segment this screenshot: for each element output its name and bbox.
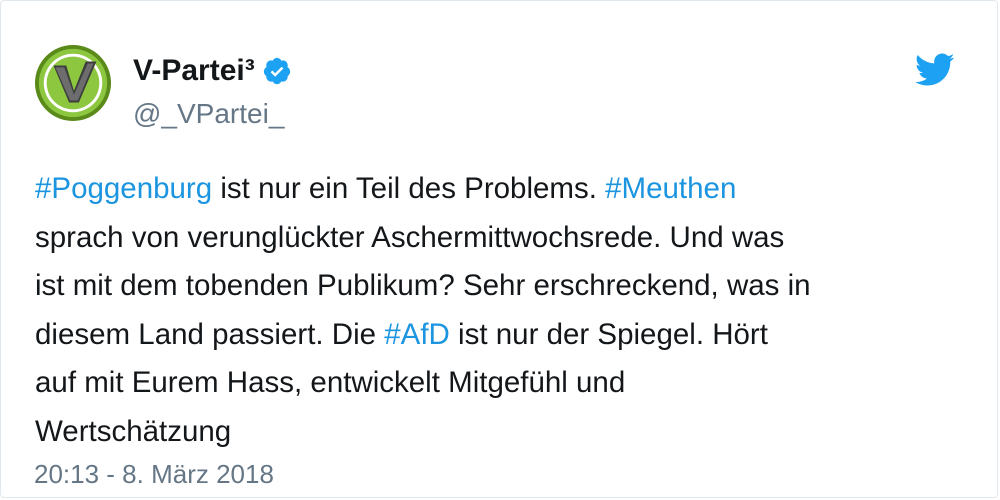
tweet-timestamp[interactable]: 20:13 - 8. März 2018 [34,457,274,491]
author-handle[interactable]: @_VPartei_ [133,97,284,131]
tweet-text-segment: Wertschätzung [35,414,232,448]
hashtag-link[interactable]: #Poggenburg [35,172,212,205]
tweet-text-segment: ist mit dem tobenden Publikum? Sehr ersc… [35,269,811,302]
hashtag-link[interactable]: #AfD [384,318,450,351]
tweet-text-line: sprach von verunglückter Aschermittwochs… [35,214,955,263]
tweet-text-segment: ist nur der Spiegel. Hört [449,317,768,351]
tweet-text-line: #Poggenburg ist nur ein Teil des Problem… [35,165,955,214]
tweet-text-segment: ist nur ein Teil des Problems. [212,172,606,205]
verified-badge-icon [263,57,290,85]
hashtag-link[interactable]: #Meuthen [605,172,736,205]
tweet-card: V-Partei³ @_VPartei_ #Poggenburg ist nur… [0,0,998,498]
v-partei-logo-icon[interactable] [34,44,112,122]
tweet-text: #Poggenburg ist nur ein Teil des Problem… [35,165,955,456]
tweet-text-segment: auf mit Eurem Hass, entwickelt Mitgefühl… [35,366,626,399]
tweet-text-segment: sprach von verunglückter Aschermittwochs… [35,220,785,254]
tweet-text-line: Wertschätzung [35,408,955,457]
tweet-text-line: diesem Land passiert. Die #AfD ist nur d… [35,311,955,360]
tweet-text-line: auf mit Eurem Hass, entwickelt Mitgefühl… [35,359,955,408]
tweet-text-line: ist mit dem tobenden Publikum? Sehr ersc… [35,262,955,311]
author-display-name[interactable]: V-Partei³ [133,53,255,89]
author-name-row: V-Partei³ [133,53,292,89]
tweet-text-segment: diesem Land passiert. Die [35,317,385,351]
twitter-bird-icon[interactable] [915,53,955,87]
